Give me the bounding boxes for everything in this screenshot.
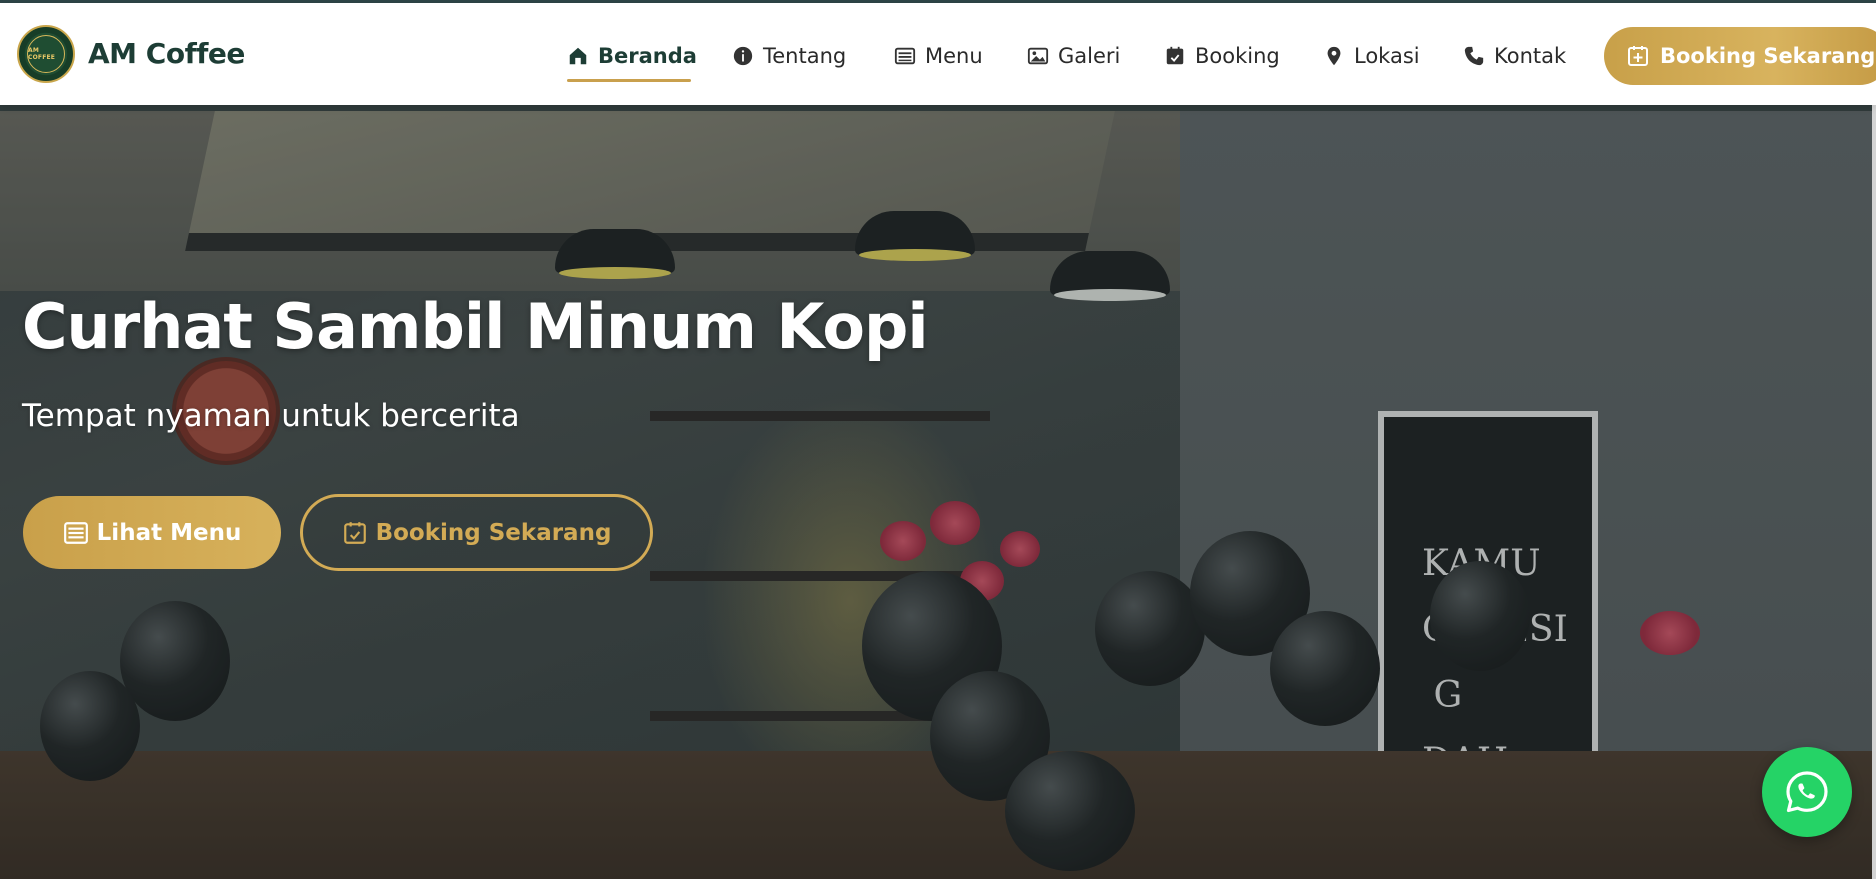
navbar: AM COFFEE AM Coffee Beranda Tentang Menu… [0, 3, 1876, 105]
nav-item-galeri[interactable]: Galeri [1027, 41, 1120, 71]
menu-list-icon [894, 47, 916, 65]
nav-item-label: Tentang [763, 44, 847, 68]
whatsapp-icon [1786, 771, 1828, 813]
nav-item-lokasi[interactable]: Lokasi [1323, 41, 1420, 71]
brand-logo[interactable]: AM COFFEE [17, 25, 75, 83]
logo-emblem: AM COFFEE [27, 35, 65, 73]
hero-overlay [0, 111, 1872, 879]
booking-now-nav-button[interactable]: Booking Sekarang [1604, 27, 1876, 85]
nav-item-label: Menu [925, 44, 983, 68]
page-scrollbar[interactable] [1872, 105, 1876, 879]
nav-item-booking[interactable]: Booking [1164, 41, 1280, 71]
image-icon [1027, 47, 1049, 65]
nav-item-beranda[interactable]: Beranda [567, 41, 697, 71]
booking-now-hero-label: Booking Sekarang [375, 519, 612, 546]
calendar-check-icon [343, 521, 366, 544]
view-menu-button[interactable]: Lihat Menu [23, 496, 281, 569]
calendar-plus-icon [1628, 46, 1648, 66]
nav-item-label: Beranda [598, 44, 697, 68]
menu-list-icon [63, 521, 88, 544]
nav-item-label: Booking [1195, 44, 1280, 68]
map-pin-icon [1327, 46, 1341, 66]
hero-title: Curhat Sambil Minum Kopi [22, 290, 929, 363]
logo-text: AM COFFEE [28, 47, 56, 61]
whatsapp-float-button[interactable] [1762, 747, 1852, 837]
home-icon [569, 47, 587, 65]
phone-icon [1464, 46, 1484, 66]
nav-item-label: Galeri [1058, 44, 1121, 68]
nav-item-label: Lokasi [1354, 44, 1420, 68]
active-nav-indicator [567, 79, 691, 82]
nav-item-kontak[interactable]: Kontak [1463, 41, 1566, 71]
hero-subtitle: Tempat nyaman untuk bercerita [22, 398, 520, 434]
nav-item-tentang[interactable]: Tentang [732, 41, 846, 71]
brand-name[interactable]: AM Coffee [88, 37, 245, 70]
nav-item-label: Kontak [1494, 44, 1567, 68]
calendar-check-icon [1166, 46, 1184, 65]
view-menu-label: Lihat Menu [96, 519, 242, 546]
booking-now-hero-button[interactable]: Booking Sekarang [300, 494, 653, 571]
info-icon [733, 46, 753, 66]
nav-item-menu[interactable]: Menu [894, 41, 983, 71]
hero-section: KAMUOBSESI GDAH [0, 111, 1872, 879]
booking-now-nav-label: Booking Sekarang [1660, 44, 1876, 68]
